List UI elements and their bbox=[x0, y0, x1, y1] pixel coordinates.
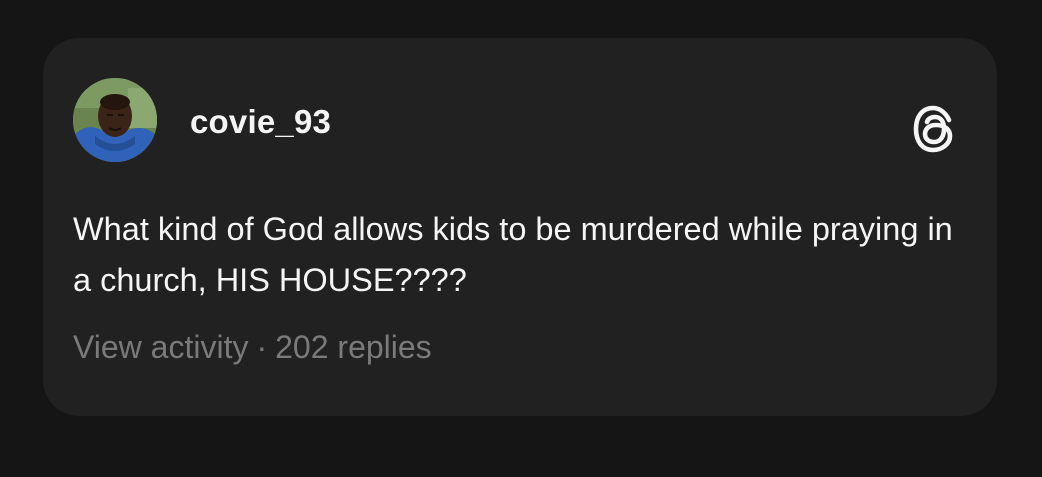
replies-count-link[interactable]: 202 replies bbox=[275, 329, 432, 365]
post-text: What kind of God allows kids to be murde… bbox=[73, 211, 953, 298]
username[interactable]: covie_93 bbox=[190, 102, 331, 142]
avatar-image bbox=[73, 78, 157, 162]
view-activity-link[interactable]: View activity bbox=[73, 329, 248, 365]
threads-post-card[interactable]: covie_93 What kind of God allows kids to… bbox=[43, 38, 997, 416]
meta-separator: · bbox=[256, 329, 268, 365]
threads-logo-icon[interactable] bbox=[911, 104, 957, 154]
post-meta: View activity · 202 replies bbox=[73, 326, 432, 368]
user-avatar[interactable] bbox=[73, 78, 157, 162]
